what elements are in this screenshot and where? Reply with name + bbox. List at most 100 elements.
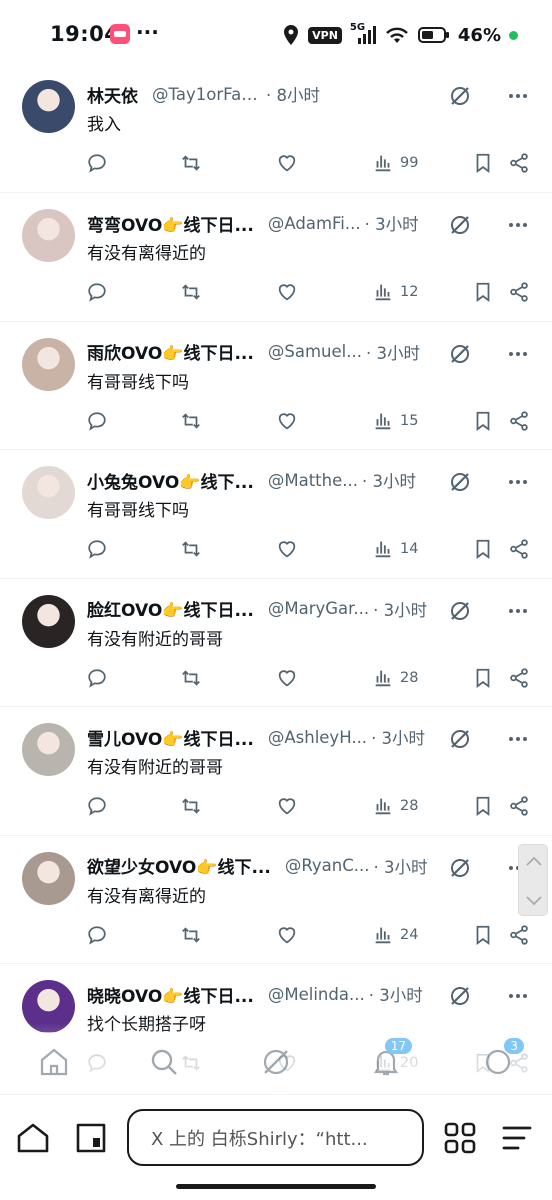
author-name[interactable]: 林天依 xyxy=(87,82,138,107)
browser-home-button[interactable] xyxy=(16,1121,50,1155)
views-button[interactable]: 24 xyxy=(372,922,418,948)
author-name[interactable]: 雨欣OVO👉线下日... xyxy=(87,339,254,364)
reply-button[interactable] xyxy=(86,922,108,948)
author-name[interactable]: 脸红OVO👉线下日... xyxy=(87,596,254,621)
like-button[interactable] xyxy=(276,150,298,176)
bookmark-button[interactable] xyxy=(472,279,494,305)
grok-icon[interactable] xyxy=(448,84,472,108)
grok-icon[interactable] xyxy=(448,984,472,1008)
author-handle[interactable]: @Samuel... xyxy=(268,342,362,361)
browser-apps-button[interactable] xyxy=(443,1121,477,1155)
like-button[interactable] xyxy=(276,665,298,691)
address-bar[interactable]: X 上的 白栎Shirly：“htt... xyxy=(127,1109,424,1166)
reply-button[interactable] xyxy=(86,665,108,691)
tweet[interactable]: 小兔兔OVO👉线下... @Matthe... · 3小时 有哥哥线下吗 14 xyxy=(0,450,552,579)
avatar[interactable] xyxy=(22,851,75,905)
author-handle[interactable]: @Tay1orFaNs xyxy=(152,85,262,104)
share-button[interactable] xyxy=(508,665,530,691)
author-name[interactable]: 弯弯OVO👉线下日... xyxy=(87,211,254,236)
grok-icon[interactable] xyxy=(448,213,472,237)
views-button[interactable]: 14 xyxy=(372,536,418,562)
grok-icon[interactable] xyxy=(448,470,472,494)
share-button[interactable] xyxy=(508,536,530,562)
grok-icon[interactable] xyxy=(448,856,472,880)
share-button[interactable] xyxy=(508,279,530,305)
retweet-button[interactable] xyxy=(180,150,202,176)
more-icon[interactable] xyxy=(506,213,530,237)
reply-button[interactable] xyxy=(86,793,108,819)
avatar[interactable] xyxy=(22,80,75,133)
retweet-button[interactable] xyxy=(180,279,202,305)
reply-button[interactable] xyxy=(86,408,108,434)
avatar[interactable] xyxy=(22,723,75,776)
bookmark-button[interactable] xyxy=(472,793,494,819)
retweet-button[interactable] xyxy=(180,536,202,562)
author-handle[interactable]: @Melinda... xyxy=(268,985,365,1004)
avatar[interactable] xyxy=(22,337,75,391)
share-button[interactable] xyxy=(508,150,530,176)
x-home-tab[interactable] xyxy=(38,1046,70,1078)
like-button[interactable] xyxy=(276,536,298,562)
grok-icon[interactable] xyxy=(448,727,472,751)
author-handle[interactable]: @AdamFi... xyxy=(268,214,361,233)
reply-button[interactable] xyxy=(86,536,108,562)
more-icon[interactable] xyxy=(506,342,530,366)
author-name[interactable]: 欲望少女OVO👉线下... xyxy=(87,853,271,878)
grok-icon[interactable] xyxy=(448,342,472,366)
grok-icon[interactable] xyxy=(448,599,472,623)
bookmark-button[interactable] xyxy=(472,150,494,176)
retweet-button[interactable] xyxy=(180,922,202,948)
avatar[interactable] xyxy=(22,209,75,262)
scrollbar-thumb[interactable] xyxy=(518,844,548,916)
more-icon[interactable] xyxy=(506,84,530,108)
more-icon[interactable] xyxy=(506,599,530,623)
tweet[interactable]: 林天依 @Tay1orFaNs · 8小时 我入 99 xyxy=(0,64,552,193)
share-button[interactable] xyxy=(508,922,530,948)
like-button[interactable] xyxy=(276,408,298,434)
reply-button[interactable] xyxy=(86,150,108,176)
x-messages-tab[interactable]: 3 xyxy=(482,1038,524,1078)
author-handle[interactable]: @AshleyH... xyxy=(268,728,367,747)
reply-button[interactable] xyxy=(86,279,108,305)
bookmark-button[interactable] xyxy=(472,536,494,562)
browser-tabs-button[interactable] xyxy=(74,1121,108,1155)
more-icon[interactable] xyxy=(506,470,530,494)
tweet[interactable]: 弯弯OVO👉线下日... @AdamFi... · 3小时 有没有离得近的 12 xyxy=(0,193,552,322)
views-button[interactable]: 15 xyxy=(372,408,418,434)
more-icon[interactable] xyxy=(506,984,530,1008)
retweet-button[interactable] xyxy=(180,408,202,434)
author-name[interactable]: 雪儿OVO👉线下日... xyxy=(87,725,254,750)
tweet[interactable]: 雨欣OVO👉线下日... @Samuel... · 3小时 有哥哥线下吗 15 xyxy=(0,322,552,450)
share-button[interactable] xyxy=(508,793,530,819)
author-handle[interactable]: @RyanC... xyxy=(285,856,370,875)
more-icon[interactable] xyxy=(506,727,530,751)
bookmark-button[interactable] xyxy=(472,665,494,691)
browser-menu-button[interactable] xyxy=(500,1121,534,1155)
retweet-button[interactable] xyxy=(180,793,202,819)
tweet[interactable]: 脸红OVO👉线下日... @MaryGar... · 3小时 有没有附近的哥哥 … xyxy=(0,579,552,707)
share-button[interactable] xyxy=(508,408,530,434)
like-button[interactable] xyxy=(276,922,298,948)
bookmark-button[interactable] xyxy=(472,922,494,948)
views-button[interactable]: 12 xyxy=(372,279,418,305)
tweet[interactable]: 雪儿OVO👉线下日... @AshleyH... · 3小时 有没有附近的哥哥 … xyxy=(0,707,552,836)
avatar[interactable] xyxy=(22,594,75,648)
home-indicator[interactable] xyxy=(176,1184,376,1189)
x-search-tab[interactable] xyxy=(148,1046,180,1078)
avatar[interactable] xyxy=(22,466,75,519)
views-button[interactable]: 99 xyxy=(372,150,418,176)
author-handle[interactable]: @MaryGar... xyxy=(268,599,369,618)
author-name[interactable]: 小兔兔OVO👉线下... xyxy=(87,468,254,493)
tweet[interactable]: 欲望少女OVO👉线下... @RyanC... · 3小时 有没有离得近的 24 xyxy=(0,836,552,964)
author-name[interactable]: 晓晓OVO👉线下日... xyxy=(87,982,254,1007)
views-button[interactable]: 28 xyxy=(372,793,418,819)
x-grok-tab[interactable] xyxy=(260,1046,292,1078)
like-button[interactable] xyxy=(276,793,298,819)
bookmark-button[interactable] xyxy=(472,408,494,434)
x-notifications-tab[interactable]: 17 xyxy=(370,1038,412,1078)
retweet-button[interactable] xyxy=(180,665,202,691)
author-handle[interactable]: @Matthe... xyxy=(268,471,358,490)
like-button[interactable] xyxy=(276,279,298,305)
avatar[interactable] xyxy=(22,980,75,1033)
views-button[interactable]: 28 xyxy=(372,665,418,691)
